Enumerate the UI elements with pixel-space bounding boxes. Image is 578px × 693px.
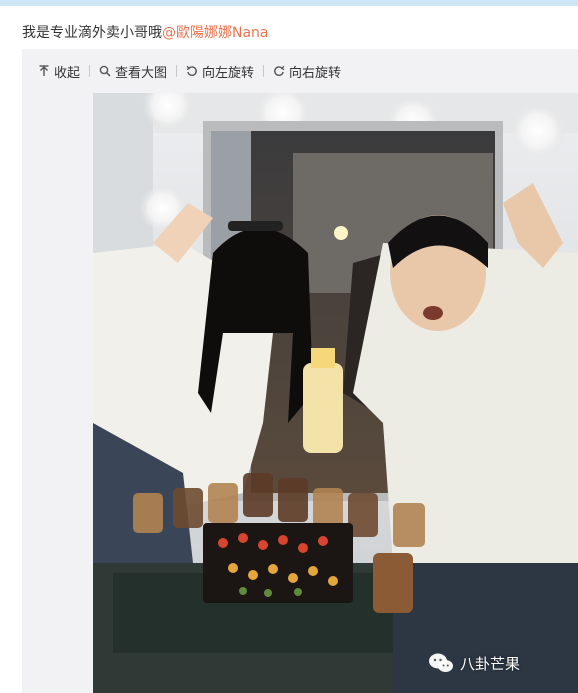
collapse-up-icon <box>39 65 49 76</box>
toolbar-divider <box>176 65 178 77</box>
post-text: 我是专业滴外卖小哥哦@歐陽娜娜Nana <box>22 22 269 42</box>
photo-watermark: 八卦芒果 <box>428 652 520 674</box>
rotate-left-button[interactable]: 向左旋转 <box>186 62 254 81</box>
rotate-right-button[interactable]: 向右旋转 <box>273 62 341 81</box>
collapse-label: 收起 <box>54 65 81 81</box>
collapse-button[interactable]: 收起 <box>38 62 80 81</box>
toolbar-divider <box>263 65 265 77</box>
rotate-left-icon <box>186 65 197 76</box>
rotate-right-icon <box>274 65 285 76</box>
post-photo[interactable] <box>93 93 578 693</box>
photo-scene <box>93 93 578 693</box>
rotate-left-label: 向左旋转 <box>202 65 255 81</box>
image-toolbar: 收起 查看大图 向左旋转 向右旋转 <box>22 49 578 93</box>
view-large-button[interactable]: 查看大图 <box>99 62 167 81</box>
watermark-label: 八卦芒果 <box>460 654 521 673</box>
image-viewer: 收起 查看大图 向左旋转 向右旋转 <box>22 49 578 693</box>
view-large-label: 查看大图 <box>115 65 168 81</box>
mention-link[interactable]: @歐陽娜娜Nana <box>162 25 269 41</box>
magnifier-icon <box>99 65 111 77</box>
toolbar-divider <box>89 65 91 77</box>
rotate-right-label: 向右旋转 <box>289 65 342 81</box>
top-border-strip <box>0 0 578 6</box>
post-body-text: 我是专业滴外卖小哥哦 <box>22 25 162 41</box>
wechat-icon <box>429 653 453 672</box>
